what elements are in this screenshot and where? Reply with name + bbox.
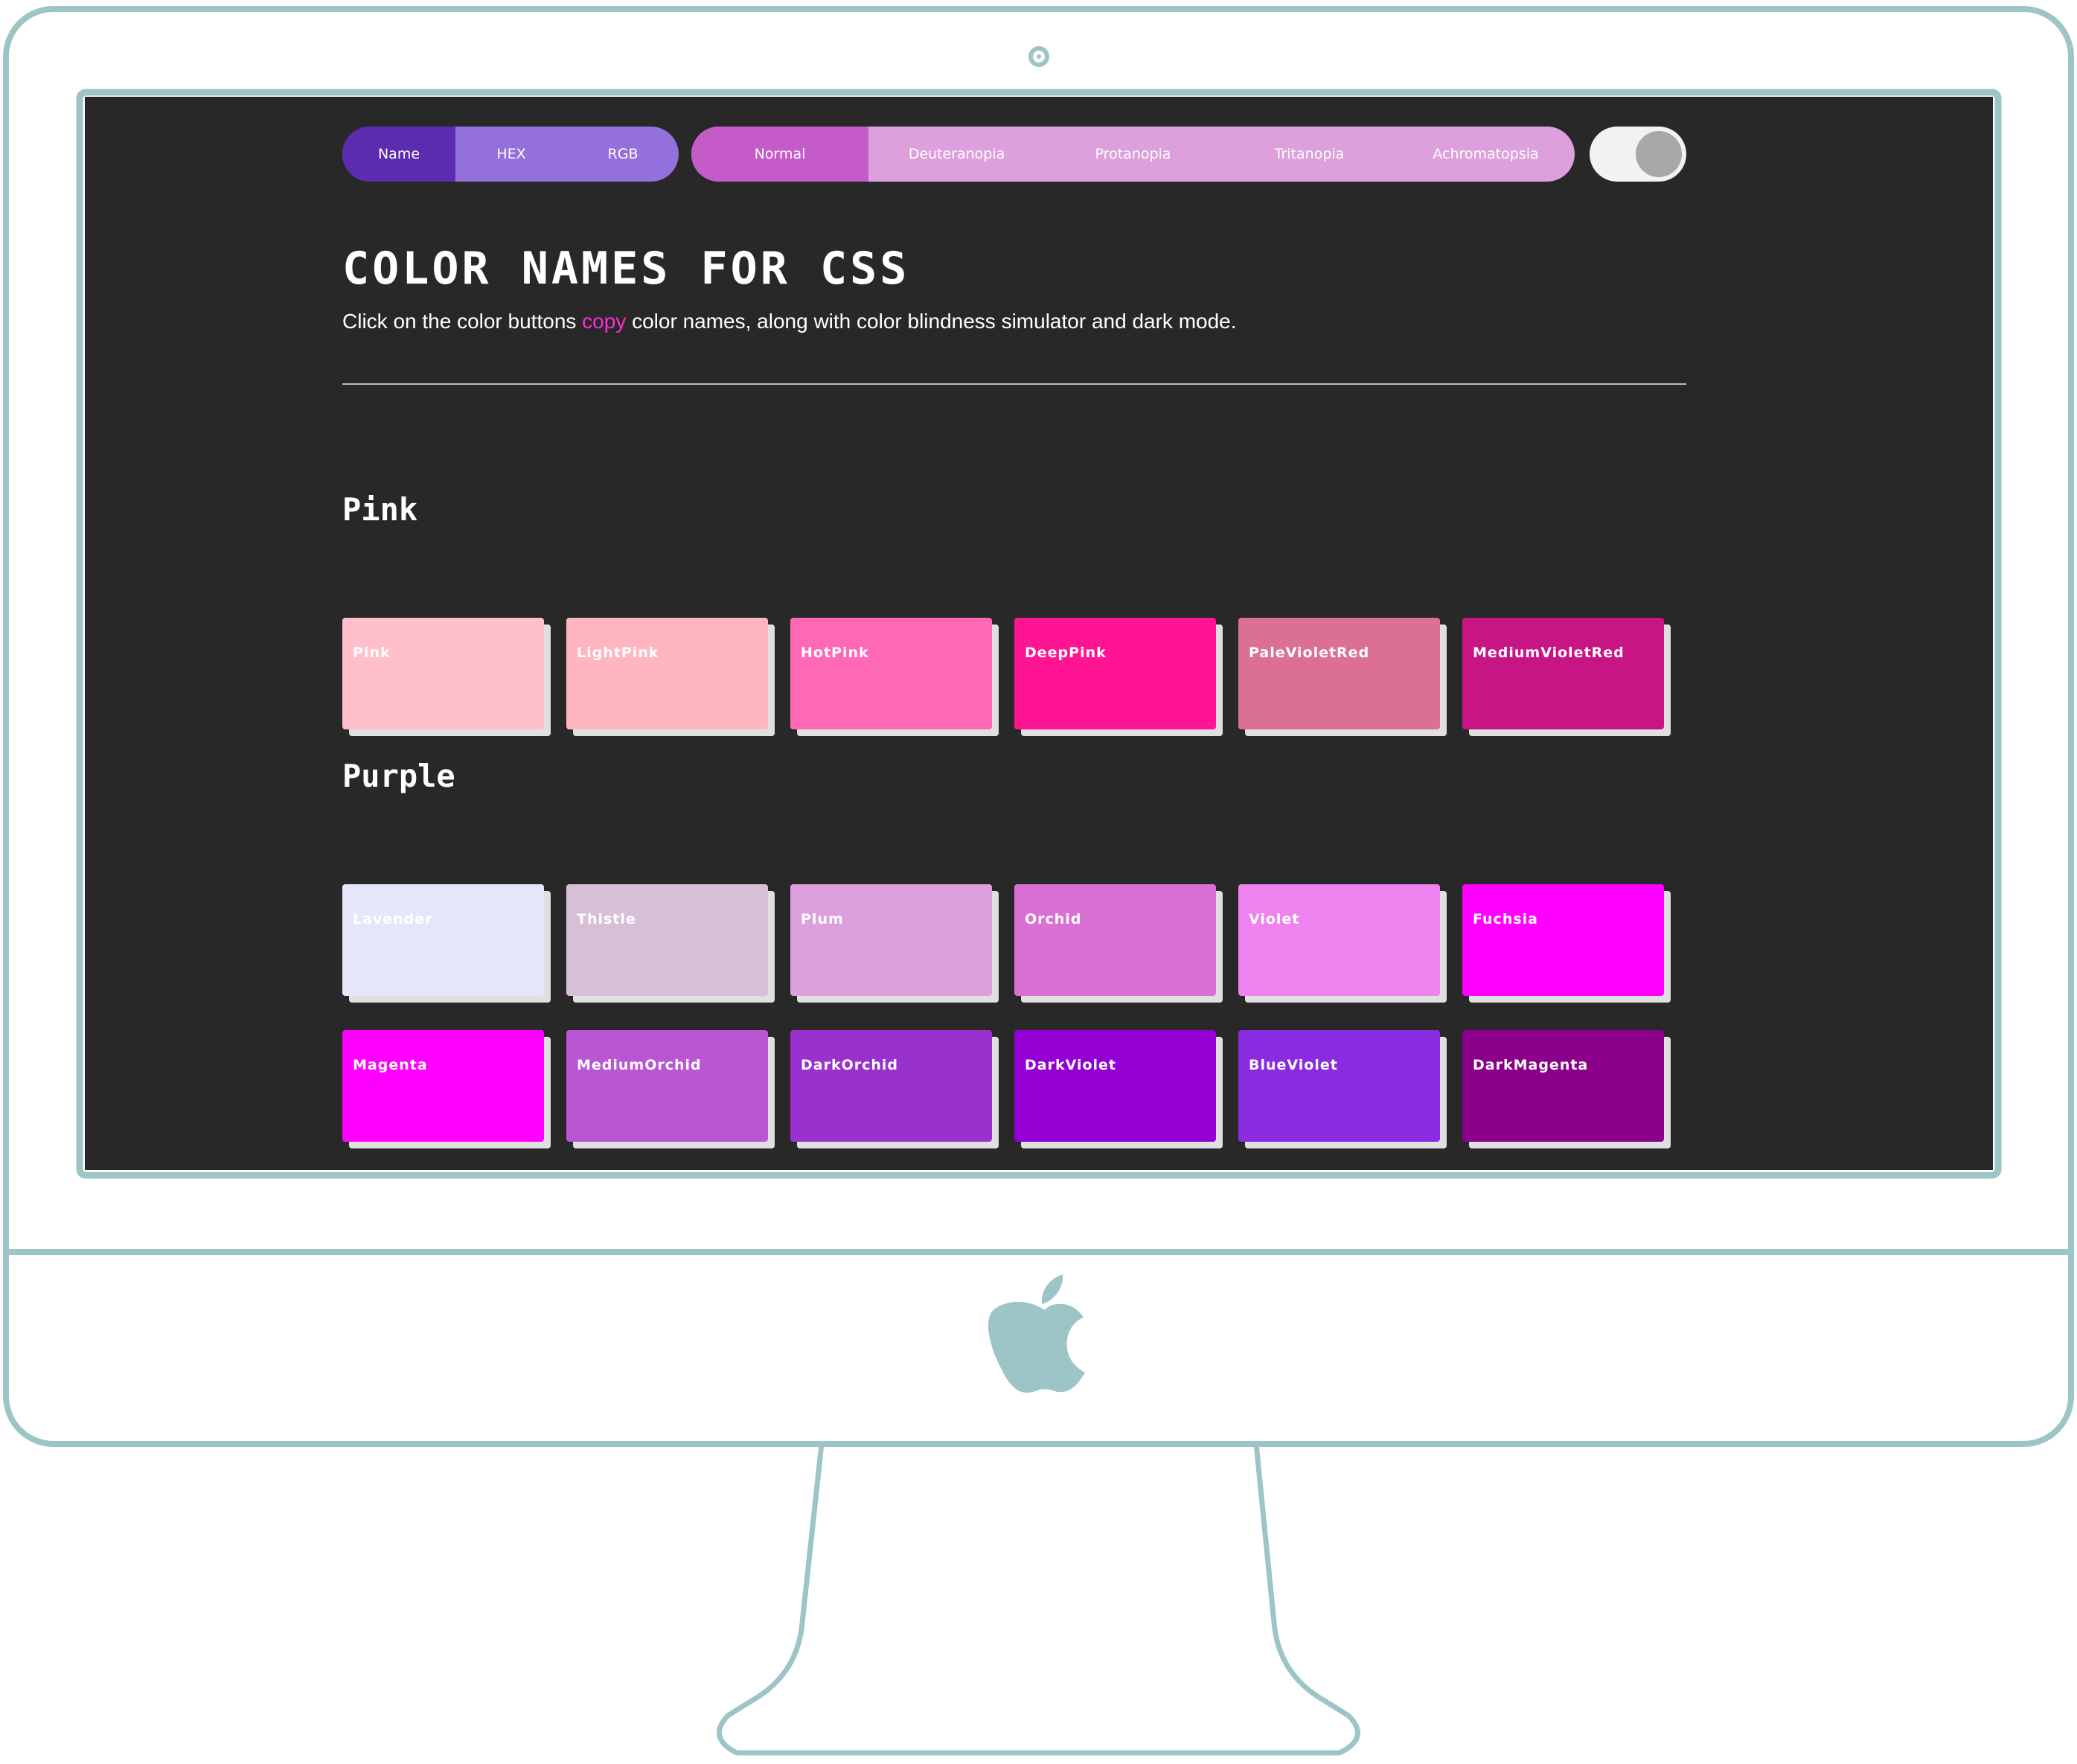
color-swatch-dark-orchid[interactable]: DarkOrchid xyxy=(790,1030,992,1142)
browser-viewport: Name HEX RGB Normal Deuteranopia Protanopia T… xyxy=(85,97,1993,1170)
vision-option-achromatopsia[interactable]: Achromatopsia xyxy=(1398,127,1574,182)
color-swatch-thistle[interactable]: Thistle xyxy=(566,884,768,996)
color-swatch-medium-orchid[interactable]: MediumOrchid xyxy=(566,1030,768,1142)
color-swatch-medium-violet-red[interactable]: MediumVioletRed xyxy=(1462,618,1664,729)
color-swatch-pale-violet-red[interactable]: PaleVioletRed xyxy=(1238,618,1440,729)
format-option-rgb[interactable]: RGB xyxy=(567,127,679,182)
color-swatch-pink[interactable]: Pink xyxy=(342,618,544,729)
toolbar: Name HEX RGB Normal Deuteranopia Protanopia T… xyxy=(342,127,1686,182)
color-swatch-blue-violet[interactable]: BlueViolet xyxy=(1238,1030,1440,1142)
color-swatch-label: LightPink xyxy=(577,645,659,661)
section-title-pink: Pink xyxy=(342,491,418,528)
color-swatch-label: Pink xyxy=(353,645,391,661)
color-swatch-label: DarkOrchid xyxy=(801,1057,899,1073)
color-swatch-lavender[interactable]: Lavender xyxy=(342,884,544,996)
header-divider xyxy=(342,383,1686,385)
color-swatch-violet[interactable]: Violet xyxy=(1238,884,1440,996)
format-option-name[interactable]: Name xyxy=(342,127,455,182)
vision-option-protanopia[interactable]: Protanopia xyxy=(1045,127,1221,182)
color-swatch-label: Orchid xyxy=(1025,911,1082,927)
color-swatch-dark-violet[interactable]: DarkViolet xyxy=(1014,1030,1216,1142)
subtitle-text-start: Click on the color buttons xyxy=(342,310,583,333)
imac-mockup: Name HEX RGB Normal Deuteranopia Protanopia T… xyxy=(0,0,2077,1764)
imac-stand xyxy=(717,1441,1360,1756)
color-swatch-light-pink[interactable]: LightPink xyxy=(566,618,768,729)
color-swatch-deep-pink[interactable]: DeepPink xyxy=(1014,618,1216,729)
subtitle-accent-copy: copy xyxy=(582,310,627,333)
toggle-knob xyxy=(1636,131,1682,177)
color-swatch-fuchsia[interactable]: Fuchsia xyxy=(1462,884,1664,996)
color-swatch-label: PaleVioletRed xyxy=(1249,645,1370,661)
color-swatch-label: Fuchsia xyxy=(1473,911,1538,927)
format-switcher: Name HEX RGB xyxy=(342,127,679,182)
color-swatch-orchid[interactable]: Orchid xyxy=(1014,884,1216,996)
color-swatch-label: DarkMagenta xyxy=(1473,1057,1589,1073)
section-title-purple: Purple xyxy=(342,758,455,794)
color-swatch-label: DeepPink xyxy=(1025,645,1107,661)
subtitle-text-end: color names, along with color blindness … xyxy=(626,310,1237,333)
dark-mode-toggle[interactable] xyxy=(1590,127,1686,182)
color-swatch-plum[interactable]: Plum xyxy=(790,884,992,996)
page-title: COLOR NAMES FOR CSS xyxy=(342,243,910,295)
vision-simulator-switcher: Normal Deuteranopia Protanopia Tritanopia Ac… xyxy=(691,127,1575,182)
color-swatch-label: Violet xyxy=(1249,911,1300,927)
color-swatch-label: MediumOrchid xyxy=(577,1057,702,1073)
color-swatch-label: Plum xyxy=(801,911,844,927)
page-subtitle: Click on the color buttons copy color na… xyxy=(342,310,1237,333)
color-swatch-label: Magenta xyxy=(353,1057,428,1073)
color-swatch-label: Thistle xyxy=(577,911,636,927)
vision-option-deuteranopia[interactable]: Deuteranopia xyxy=(868,127,1045,182)
color-swatch-label: MediumVioletRed xyxy=(1473,645,1625,661)
color-swatch-dark-magenta[interactable]: DarkMagenta xyxy=(1462,1030,1664,1142)
color-swatch-hot-pink[interactable]: HotPink xyxy=(790,618,992,729)
color-swatch-label: BlueViolet xyxy=(1249,1057,1338,1073)
color-swatch-magenta[interactable]: Magenta xyxy=(342,1030,544,1142)
color-swatch-label: DarkViolet xyxy=(1025,1057,1117,1073)
vision-option-tritanopia[interactable]: Tritanopia xyxy=(1221,127,1398,182)
color-swatch-label: Lavender xyxy=(353,911,433,927)
vision-option-normal[interactable]: Normal xyxy=(691,127,868,182)
color-swatch-label: HotPink xyxy=(801,645,869,661)
format-option-hex[interactable]: HEX xyxy=(455,127,567,182)
